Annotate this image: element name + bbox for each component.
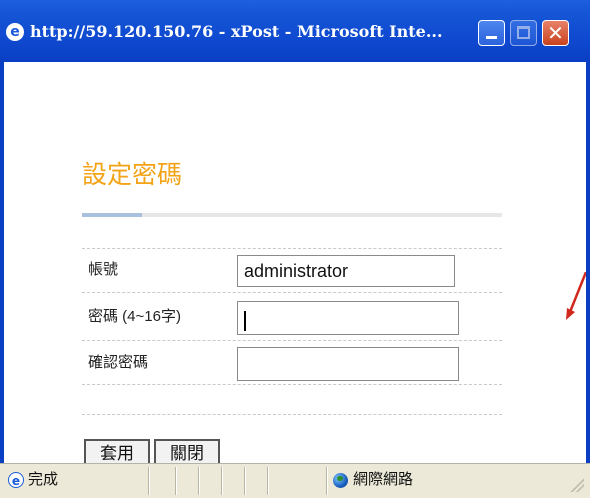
form-divider <box>82 292 502 293</box>
confirm-password-label: 確認密碼 <box>88 354 149 371</box>
status-separator <box>244 467 246 495</box>
resize-grip[interactable] <box>570 478 584 492</box>
window-title: http://59.120.150.76 - xPost - Microsoft… <box>30 22 443 41</box>
username-label: 帳號 <box>88 261 119 278</box>
status-separator <box>267 467 269 495</box>
status-separator <box>198 467 200 495</box>
status-separator <box>221 467 223 495</box>
username-field[interactable] <box>237 255 455 287</box>
status-separator <box>175 467 177 495</box>
maximize-button <box>510 20 537 46</box>
status-separator <box>148 467 150 495</box>
close-button[interactable]: 關閉 <box>154 439 220 463</box>
status-separator <box>326 467 328 495</box>
password-label: 密碼 (4~16字) <box>88 308 181 325</box>
form-divider <box>82 248 502 249</box>
form-divider <box>82 340 502 341</box>
close-icon: ✕ <box>547 21 564 45</box>
close-window-button[interactable]: ✕ <box>542 20 569 46</box>
password-field[interactable] <box>237 301 459 335</box>
title-bar: e http://59.120.150.76 - xPost - Microso… <box>0 0 590 63</box>
minimize-button[interactable] <box>478 20 505 46</box>
minimize-icon <box>486 36 497 39</box>
text-caret <box>244 311 246 331</box>
title-underline-accent <box>82 213 142 217</box>
window-frame-right <box>586 62 590 463</box>
globe-icon <box>333 473 348 488</box>
form-divider <box>82 384 502 385</box>
maximize-icon <box>517 26 530 39</box>
form-divider <box>82 414 502 415</box>
security-zone-text: 網際網路 <box>353 471 414 488</box>
status-bar: e 完成 網際網路 <box>0 463 590 498</box>
apply-button[interactable]: 套用 <box>84 439 150 463</box>
ie-icon: e <box>6 23 24 41</box>
title-underline <box>82 213 502 217</box>
page-title: 設定密碼 <box>82 160 183 189</box>
page-content: 設定密碼 帳號 密碼 (4~16字) 確認密碼 套用 關閉 <box>4 62 586 463</box>
confirm-password-field[interactable] <box>237 347 459 381</box>
ie-page-icon: e <box>8 472 24 488</box>
status-text: 完成 <box>28 471 59 488</box>
red-arrow-icon <box>566 272 586 320</box>
